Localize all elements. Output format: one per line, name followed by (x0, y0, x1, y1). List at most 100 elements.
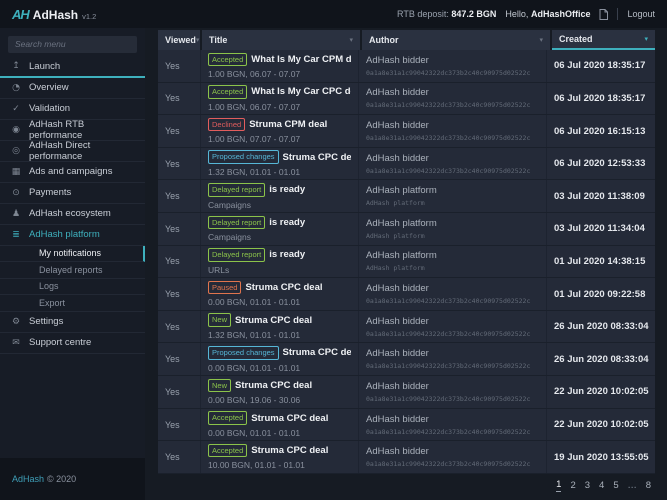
search-input[interactable] (8, 36, 137, 53)
sidebar-item-adhash-rtb-performance[interactable]: ◉AdHash RTB performance (0, 120, 145, 141)
pagination-page-4[interactable]: 4 (599, 480, 604, 491)
status-badge: Delayed report (208, 183, 265, 197)
document-icon[interactable] (599, 9, 608, 20)
author-name: AdHash platform (366, 218, 539, 229)
table-body: YesAcceptedWhat Is My Car CPM deal1.00 B… (158, 50, 655, 474)
viewed-cell: Yes (158, 441, 200, 473)
notification-row[interactable]: YesAcceptedStruma CPC deal10.00 BGN, 01.… (158, 441, 655, 474)
title-line: Proposed changesStruma CPC deal (208, 150, 351, 164)
sidebar-menu: ↥Launch◔Overview✓Validation◉AdHash RTB p… (0, 57, 145, 459)
notification-title: Struma CPC deal (251, 445, 328, 456)
author-name: AdHash bidder (366, 446, 539, 457)
notification-row[interactable]: YesPausedStruma CPC deal0.00 BGN, 01.01 … (158, 278, 655, 311)
sort-arrow-icon: ▾ (644, 35, 648, 43)
validation-icon: ✓ (10, 104, 22, 114)
topbar: AH AdHash v1.2 RTB deposit: 847.2 BGN He… (0, 0, 667, 28)
column-header-viewed[interactable]: Viewed▾ (158, 30, 200, 50)
app-version: v1.2 (82, 12, 96, 21)
pagination-page-3[interactable]: 3 (585, 480, 590, 491)
notification-row[interactable]: YesAcceptedWhat Is My Car CPC deal1.00 B… (158, 83, 655, 116)
created-cell: 22 Jun 2020 10:02:05 (546, 376, 655, 408)
created-cell: 26 Jun 2020 08:33:04 (546, 343, 655, 375)
logo-mark-icon: AH (12, 7, 29, 22)
pagination-page-8[interactable]: 8 (646, 480, 651, 491)
support-icon: ✉ (10, 338, 22, 348)
sidebar-item-label: Launch (29, 61, 60, 72)
title-cell: Delayed reportis readyCampaigns (200, 213, 358, 245)
notification-subtitle: 0.00 BGN, 01.01 - 01.01 (208, 363, 351, 373)
title-line: PausedStruma CPC deal (208, 281, 351, 295)
sort-arrow-icon: ▾ (196, 36, 200, 44)
title-cell: NewStruma CPC deal1.32 BGN, 01.01 - 01.0… (200, 311, 358, 343)
created-cell: 03 Jul 2020 11:38:09 (546, 180, 655, 212)
author-detail: AdHash platform (366, 264, 539, 272)
author-detail: AdHash platform (366, 199, 539, 207)
sidebar-item-label: AdHash ecosystem (29, 208, 111, 219)
viewed-cell: Yes (158, 376, 200, 408)
pagination-page-2[interactable]: 2 (570, 480, 575, 491)
notification-row[interactable]: YesDelayed reportis readyURLsAdHash plat… (158, 246, 655, 279)
sidebar-subitem-export[interactable]: Export (0, 295, 145, 312)
title-line: AcceptedStruma CPC deal (208, 444, 351, 458)
author-cell: AdHash platformAdHash platform (358, 180, 546, 212)
sidebar-item-support-centre[interactable]: ✉Support centre (0, 333, 145, 354)
footer-brand-link[interactable]: AdHash (12, 474, 44, 484)
sidebar-subitem-logs[interactable]: Logs (0, 279, 145, 296)
author-cell: AdHash bidder0a1a8e31a1c99042322dc373b2c… (358, 376, 546, 408)
viewed-cell: Yes (158, 409, 200, 441)
column-label: Viewed (165, 35, 196, 45)
notification-subtitle: URLs (208, 265, 351, 275)
column-header-author[interactable]: Author▾ (362, 30, 550, 50)
sidebar-item-label: Ads and campaigns (29, 166, 112, 177)
pagination-page-5[interactable]: 5 (613, 480, 618, 491)
pagination-page-1[interactable]: 1 (556, 479, 561, 492)
created-cell: 03 Jul 2020 11:34:04 (546, 213, 655, 245)
notification-title: What Is My Car CPC deal (251, 86, 351, 97)
created-cell: 06 Jul 2020 16:15:13 (546, 115, 655, 147)
author-detail: 0a1a8e31a1c99042322dc373b2c40c90975d0252… (366, 167, 539, 175)
notification-row[interactable]: YesNewStruma CPC deal1.32 BGN, 01.01 - 0… (158, 311, 655, 344)
notification-title: Struma CPC deal (251, 413, 328, 424)
column-label: Author (369, 35, 399, 45)
sidebar-item-adhash-platform[interactable]: ≣AdHash platform (0, 225, 145, 246)
notification-title: What Is My Car CPM deal (251, 54, 351, 65)
notification-row[interactable]: YesDelayed reportis readyCampaignsAdHash… (158, 213, 655, 246)
sidebar-subitem-my-notifications[interactable]: My notifications (0, 246, 145, 263)
column-header-title[interactable]: Title▾ (202, 30, 360, 50)
notification-row[interactable]: YesDelayed reportis readyCampaignsAdHash… (158, 180, 655, 213)
notification-row[interactable]: YesProposed changesStruma CPC deal1.32 B… (158, 148, 655, 181)
status-badge: Accepted (208, 53, 247, 67)
sidebar-item-launch[interactable]: ↥Launch (0, 57, 145, 78)
notification-title: is ready (269, 217, 305, 228)
status-badge: New (208, 379, 231, 393)
topbar-right: RTB deposit: 847.2 BGN Hello, AdHashOffi… (397, 8, 655, 20)
created-cell: 06 Jul 2020 18:35:17 (546, 83, 655, 115)
notification-row[interactable]: YesAcceptedStruma CPC deal0.00 BGN, 01.0… (158, 409, 655, 442)
notification-row[interactable]: YesNewStruma CPC deal0.00 BGN, 19.06 - 3… (158, 376, 655, 409)
author-detail: 0a1a8e31a1c99042322dc373b2c40c90975d0252… (366, 362, 539, 370)
logout-button[interactable]: Logout (627, 9, 655, 19)
notification-title: Struma CPC deal (235, 380, 312, 391)
notification-row[interactable]: YesProposed changesStruma CPC deal0.00 B… (158, 343, 655, 376)
app-title: AdHash (33, 8, 78, 22)
sidebar-item-ads-and-campaigns[interactable]: ▦Ads and campaigns (0, 162, 145, 183)
sidebar-item-validation[interactable]: ✓Validation (0, 99, 145, 120)
notification-title: Struma CPC deal (235, 315, 312, 326)
greeting-prefix: Hello, (505, 9, 528, 19)
notification-title: is ready (269, 184, 305, 195)
sidebar-item-adhash-direct-performance[interactable]: ◎AdHash Direct performance (0, 141, 145, 162)
author-detail: AdHash platform (366, 232, 539, 240)
author-detail: 0a1a8e31a1c99042322dc373b2c40c90975d0252… (366, 330, 539, 338)
sidebar-item-overview[interactable]: ◔Overview (0, 78, 145, 99)
sidebar-subitem-delayed-reports[interactable]: Delayed reports (0, 262, 145, 279)
page-layout: ↥Launch◔Overview✓Validation◉AdHash RTB p… (0, 28, 667, 500)
sidebar-item-adhash-ecosystem[interactable]: ♟AdHash ecosystem (0, 204, 145, 225)
rtb-deposit-label: RTB deposit: (397, 9, 449, 19)
sidebar-item-payments[interactable]: ⊙Payments (0, 183, 145, 204)
notification-title: Struma CPC deal (283, 347, 351, 358)
author-cell: AdHash bidder0a1a8e31a1c99042322dc373b2c… (358, 50, 546, 82)
notification-row[interactable]: YesAcceptedWhat Is My Car CPM deal1.00 B… (158, 50, 655, 83)
column-header-created[interactable]: Created▾ (552, 30, 655, 50)
notification-row[interactable]: YesDeclinedStruma CPM deal1.00 BGN, 07.0… (158, 115, 655, 148)
sidebar-item-settings[interactable]: ⚙Settings (0, 312, 145, 333)
